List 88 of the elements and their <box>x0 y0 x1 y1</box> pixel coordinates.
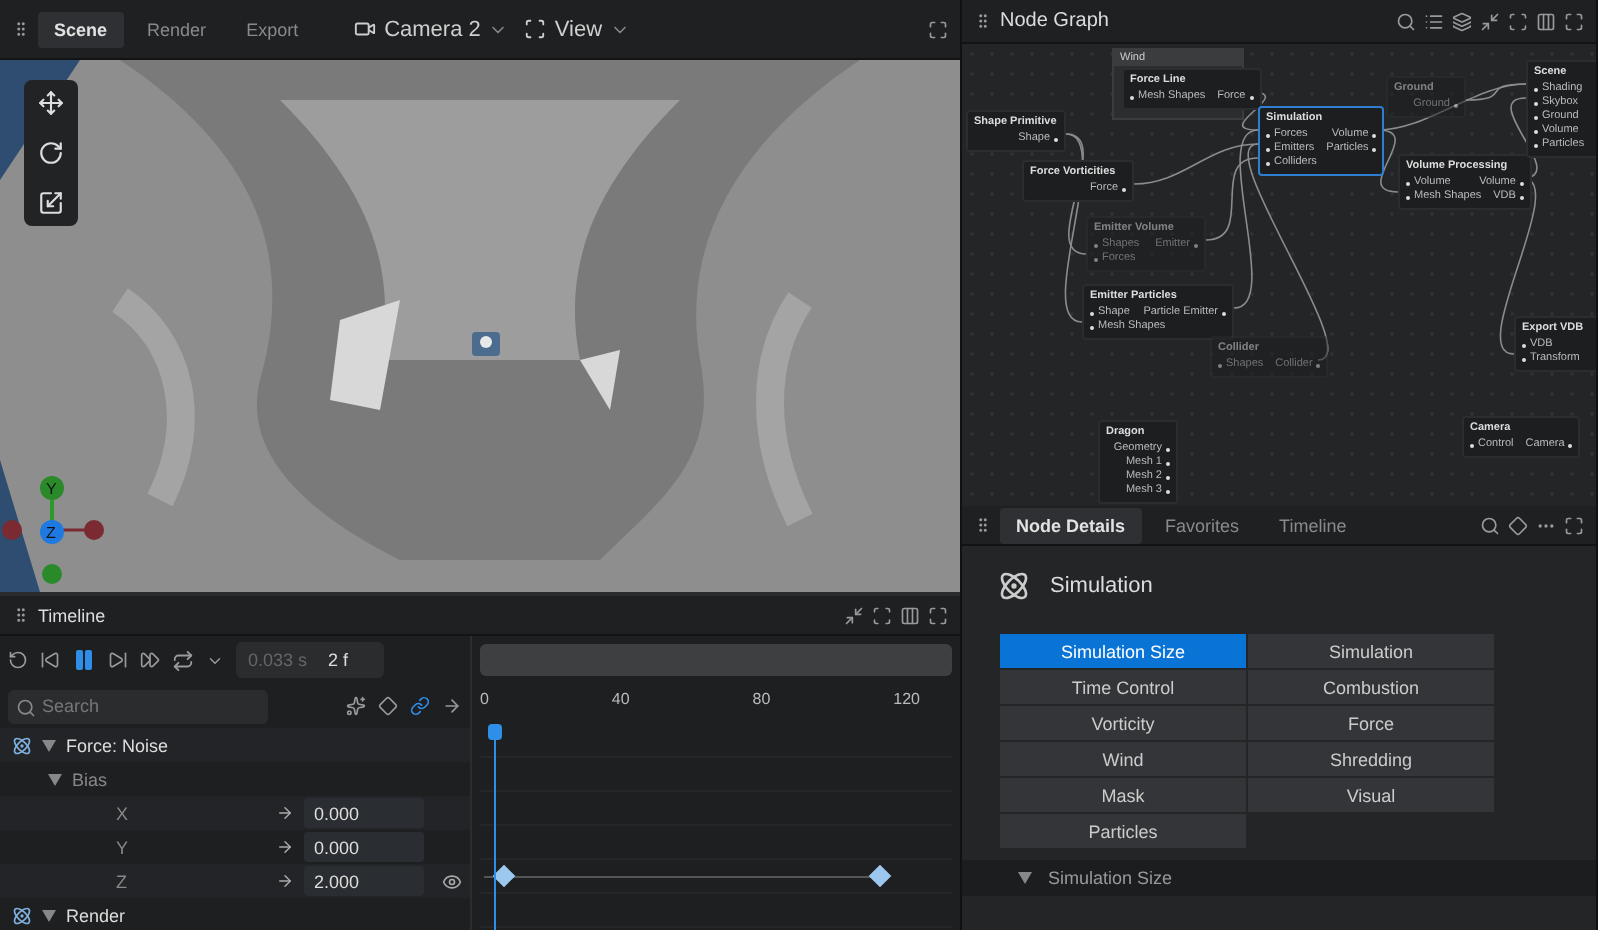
columns-icon[interactable] <box>900 605 920 625</box>
particles-icon <box>12 905 32 925</box>
ruler-label: 120 <box>893 690 920 712</box>
fullscreen-icon[interactable] <box>1564 11 1584 31</box>
tab[interactable]: Node Details <box>1000 507 1142 543</box>
tab[interactable]: Export <box>230 11 315 47</box>
search-icon <box>16 697 36 717</box>
drag-handle-icon <box>12 20 30 38</box>
expand-arrow-icon[interactable] <box>42 739 56 751</box>
ruler-label: 80 <box>752 690 771 712</box>
reset-icon[interactable] <box>8 650 28 670</box>
section-button[interactable]: Visual <box>1248 778 1494 812</box>
time-field[interactable]: 0.033 s 2 f <box>236 642 384 678</box>
keyframe-marker[interactable] <box>868 864 892 888</box>
playhead-handle[interactable] <box>488 724 503 740</box>
section-header[interactable]: Simulation Size <box>1048 868 1173 888</box>
fit-icon[interactable] <box>872 605 892 625</box>
tab[interactable]: Favorites <box>1149 507 1256 543</box>
section-button[interactable]: Shredding <box>1248 742 1494 776</box>
link-icon[interactable] <box>410 696 430 716</box>
panel-title: Timeline <box>38 605 106 625</box>
axis-gizmo-drawing[interactable]: Y Z <box>0 470 120 590</box>
panel-title: Node Graph <box>1000 10 1109 32</box>
search-field[interactable]: Search <box>8 689 268 723</box>
section-button[interactable]: Vorticity <box>1000 706 1246 740</box>
curve-icon[interactable] <box>346 696 366 716</box>
previous-key-icon[interactable] <box>40 650 60 670</box>
section-button[interactable]: Time Control <box>1000 670 1246 704</box>
drag-handle-icon <box>974 516 992 534</box>
value-field[interactable]: 0.000 <box>304 832 424 862</box>
arrow-icon <box>276 838 294 856</box>
track-label: Z <box>114 871 127 891</box>
camera-dropdown[interactable]: Camera 2 <box>350 17 513 41</box>
section-button[interactable]: Wind <box>1000 742 1246 776</box>
drag-handle-icon <box>12 606 30 624</box>
columns-icon[interactable] <box>1536 11 1556 31</box>
fullscreen-icon[interactable] <box>1564 515 1584 535</box>
particles-icon <box>12 735 32 755</box>
scale-icon[interactable] <box>38 190 64 216</box>
section-button[interactable]: Force <box>1248 706 1494 740</box>
track-label: Y <box>114 837 129 857</box>
fullscreen-icon[interactable] <box>928 605 948 625</box>
track-label: X <box>114 803 129 823</box>
arrow-icon <box>276 804 294 822</box>
ruler-label: 0 <box>480 690 489 712</box>
fullscreen-icon[interactable] <box>928 19 948 39</box>
track-label: Bias <box>72 769 108 789</box>
section-button[interactable]: Mask <box>1000 778 1246 812</box>
keyframe-icon[interactable] <box>378 696 398 716</box>
section-button[interactable]: Simulation <box>1248 634 1494 668</box>
next-key-icon[interactable] <box>108 650 128 670</box>
arrow-icon <box>276 872 294 890</box>
node-canvas[interactable] <box>962 44 1596 506</box>
move-icon[interactable] <box>38 90 64 116</box>
loop-icon[interactable] <box>172 649 194 671</box>
tab[interactable]: Scene <box>38 11 124 47</box>
node-heading: Simulation <box>1050 574 1153 598</box>
drag-handle-icon <box>974 12 992 30</box>
camera-icon <box>354 18 377 40</box>
atom-icon <box>998 570 1030 602</box>
pause-icon[interactable] <box>72 648 96 672</box>
layers-icon[interactable] <box>1452 11 1472 31</box>
tab[interactable]: Timeline <box>1263 507 1363 543</box>
view-dropdown[interactable]: View <box>520 17 635 41</box>
expand-arrow-icon[interactable] <box>42 909 56 921</box>
frame-icon <box>524 18 547 40</box>
search-icon[interactable] <box>1480 515 1500 535</box>
expand-arrow-icon[interactable] <box>48 773 62 785</box>
fit-icon[interactable] <box>1508 11 1528 31</box>
section-button[interactable]: Simulation Size <box>1000 634 1246 668</box>
section-button[interactable]: Combustion <box>1248 670 1494 704</box>
fast-forward-icon[interactable] <box>140 650 160 670</box>
rotate-icon[interactable] <box>38 140 64 166</box>
keyframe-marker[interactable] <box>492 864 516 888</box>
section-button[interactable]: Particles <box>1000 814 1246 848</box>
list-icon[interactable] <box>1424 11 1444 31</box>
expand-arrow-icon[interactable] <box>1018 872 1032 884</box>
arrow-icon[interactable] <box>442 696 462 716</box>
ruler-label: 40 <box>611 690 630 712</box>
tab[interactable]: Render <box>131 11 223 47</box>
diamond-icon[interactable] <box>1508 515 1528 535</box>
value-field[interactable]: 0.000 <box>304 798 424 828</box>
collapse-icon[interactable] <box>1480 11 1500 31</box>
track-label: Force: Noise <box>66 735 169 755</box>
search-icon[interactable] <box>1396 11 1416 31</box>
collapse-icon[interactable] <box>844 605 864 625</box>
value-field[interactable]: 2.000 <box>304 866 424 896</box>
track-label: Render <box>66 905 126 925</box>
